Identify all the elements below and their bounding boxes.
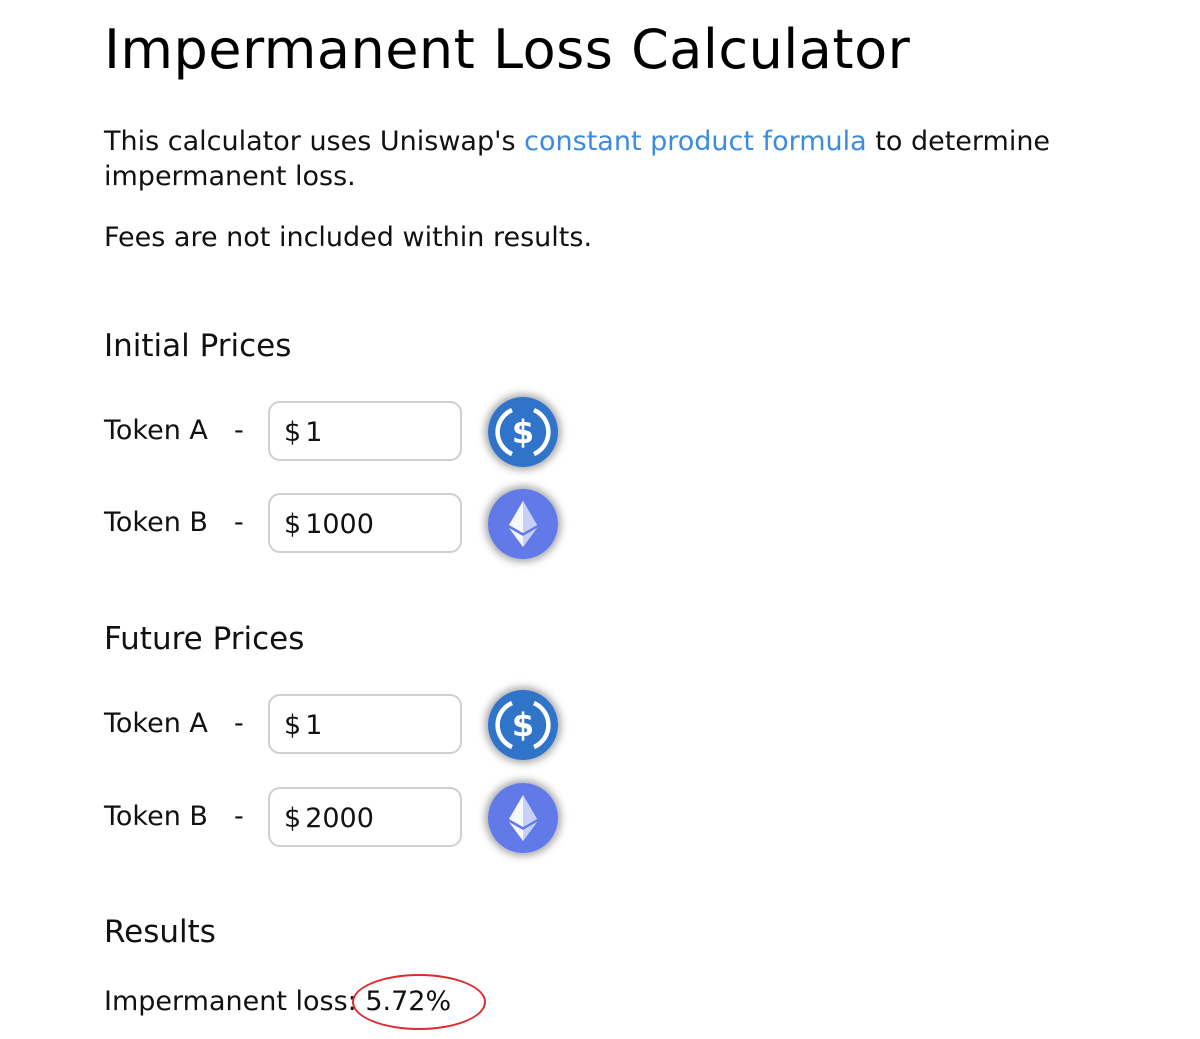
svg-text:$: $: [512, 706, 534, 744]
currency-symbol: $: [284, 417, 302, 448]
token-label: Token B: [104, 801, 208, 832]
usdc-icon: $: [488, 397, 558, 467]
results-heading: Results: [104, 914, 216, 950]
currency-symbol: $: [284, 509, 302, 540]
token-label: Token B: [104, 507, 208, 538]
page-title: Impermanent Loss Calculator: [104, 18, 911, 81]
svg-text:$: $: [512, 413, 534, 451]
initial-token-b-row: Token B - $1000: [104, 489, 584, 559]
initial-prices-heading: Initial Prices: [104, 328, 292, 364]
intro-text: This calculator uses Uniswap's constant …: [104, 124, 1114, 194]
future-token-b-price-input[interactable]: $2000: [268, 787, 462, 847]
future-token-a-price-input[interactable]: $1: [268, 694, 462, 754]
result-label: Impermanent loss:: [104, 986, 366, 1017]
impermanent-loss-result: Impermanent loss: 5.72%: [104, 986, 451, 1017]
token-label: Token A: [104, 415, 208, 446]
constant-product-formula-link[interactable]: constant product formula: [524, 126, 867, 157]
separator-dash: -: [234, 708, 244, 739]
separator-dash: -: [234, 801, 244, 832]
currency-symbol: $: [284, 803, 302, 834]
future-token-b-row: Token B - $2000: [104, 783, 584, 853]
future-token-a-row: Token A - $1 $: [104, 690, 584, 760]
initial-token-a-row: Token A - $1 $: [104, 397, 584, 467]
currency-symbol: $: [284, 710, 302, 741]
initial-token-a-price-input[interactable]: $1: [268, 401, 462, 461]
separator-dash: -: [234, 415, 244, 446]
token-label: Token A: [104, 708, 208, 739]
separator-dash: -: [234, 507, 244, 538]
price-value: 2000: [305, 803, 374, 834]
result-value: 5.72%: [365, 986, 452, 1017]
future-prices-heading: Future Prices: [104, 621, 305, 657]
ethereum-icon: [488, 783, 558, 853]
price-value: 1: [305, 710, 323, 741]
fees-note: Fees are not included within results.: [104, 222, 593, 253]
price-value: 1000: [305, 509, 374, 540]
intro-before: This calculator uses Uniswap's: [104, 126, 525, 157]
usdc-icon: $: [488, 690, 558, 760]
price-value: 1: [305, 417, 323, 448]
ethereum-icon: [488, 489, 558, 559]
initial-token-b-price-input[interactable]: $1000: [268, 493, 462, 553]
